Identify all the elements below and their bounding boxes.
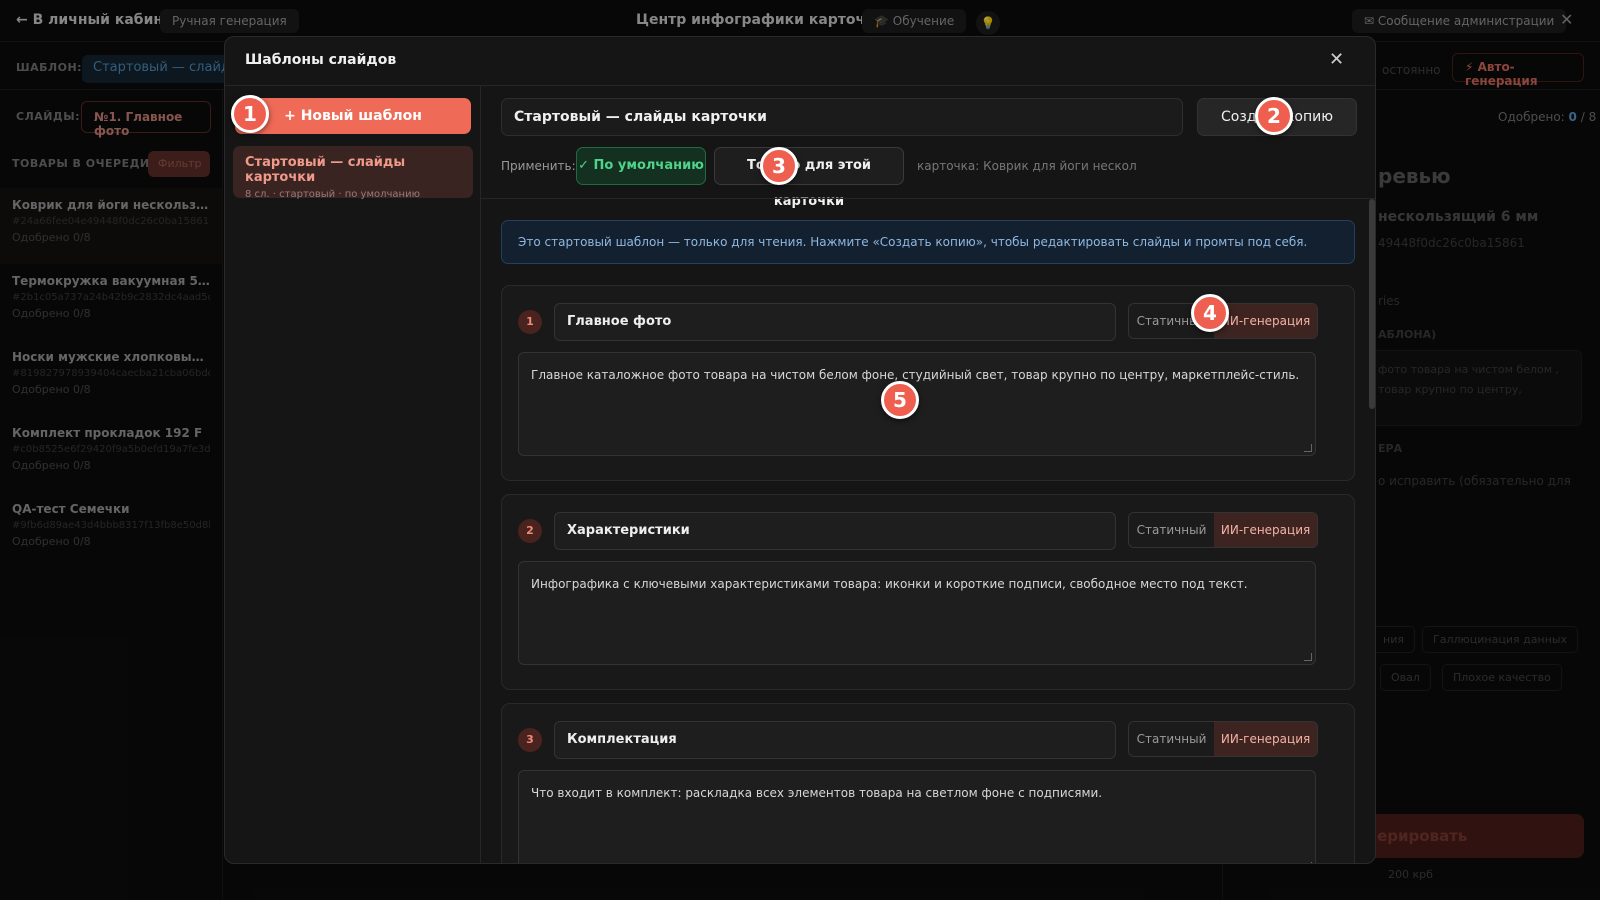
annotation-badge: 2 [1255, 97, 1293, 135]
slide-title-input[interactable]: Главное фото [554, 303, 1116, 341]
slide-card: 2 Характеристики Статичный ИИ-генерация … [501, 494, 1355, 690]
scrollbar[interactable] [1369, 199, 1375, 409]
modal-title: Шаблоны слайдов [245, 52, 397, 68]
apply-this-card-button[interactable]: Только для этой карточки [714, 147, 904, 209]
ai-mode-button[interactable]: ИИ-генерация [1214, 304, 1317, 338]
resize-handle[interactable] [1304, 862, 1312, 863]
apply-label: Применить: [501, 159, 576, 173]
template-editor: Стартовый — слайды карточки Создать копи… [481, 86, 1375, 863]
static-mode-button[interactable]: Статичный [1129, 722, 1215, 756]
annotation-badge: 1 [231, 95, 269, 133]
annotation-badge: 5 [881, 381, 919, 419]
ai-mode-button[interactable]: ИИ-генерация [1214, 722, 1317, 756]
slide-number: 2 [518, 519, 542, 543]
slide-templates-modal: Шаблоны слайдов ✕ + Новый шаблон Стартов… [224, 36, 1376, 864]
slide-prompt-text: Инфографика с ключевыми характеристиками… [531, 577, 1248, 591]
slide-card: 3 Комплектация Статичный ИИ-генерация Чт… [501, 703, 1355, 863]
slide-prompt-text: Главное каталожное фото товара на чистом… [531, 368, 1300, 382]
slide-mode-toggle: Статичный ИИ-генерация [1128, 512, 1318, 548]
annotation-badge: 4 [1191, 294, 1229, 332]
slide-title-input[interactable]: Характеристики [554, 512, 1116, 550]
slide-number: 3 [518, 728, 542, 752]
annotation-badge: 3 [760, 147, 798, 185]
slide-number: 1 [518, 310, 542, 334]
slide-title-input[interactable]: Комплектация [554, 721, 1116, 759]
slides-scroll-area[interactable]: Это стартовый шаблон — только для чтения… [481, 199, 1375, 863]
resize-handle[interactable] [1304, 444, 1312, 452]
template-list-item[interactable]: Стартовый — слайды карточки 8 сл. · стар… [233, 146, 473, 200]
resize-handle[interactable] [1304, 653, 1312, 661]
modal-header: Шаблоны слайдов ✕ [225, 37, 1375, 86]
ai-mode-button[interactable]: ИИ-генерация [1214, 513, 1317, 547]
template-name-input[interactable]: Стартовый — слайды карточки [501, 98, 1183, 136]
close-icon[interactable]: ✕ [1329, 49, 1344, 70]
templates-sidebar: + Новый шаблон Стартовый — слайды карточ… [225, 86, 481, 863]
slide-prompt-text: Что входит в комплект: раскладка всех эл… [531, 786, 1103, 800]
card-hint: карточка: Коврик для йоги нескольз… [917, 159, 1137, 173]
new-template-button[interactable]: + Новый шаблон [235, 98, 471, 134]
slide-prompt-textarea[interactable]: Что входит в комплект: раскладка всех эл… [518, 770, 1316, 863]
apply-default-button[interactable]: ✓ По умолчанию [576, 147, 706, 185]
slide-prompt-textarea[interactable]: Инфографика с ключевыми характеристиками… [518, 561, 1316, 665]
slide-mode-toggle: Статичный ИИ-генерация [1128, 721, 1318, 757]
readonly-notice: Это стартовый шаблон — только для чтения… [501, 220, 1355, 264]
static-mode-button[interactable]: Статичный [1129, 513, 1215, 547]
